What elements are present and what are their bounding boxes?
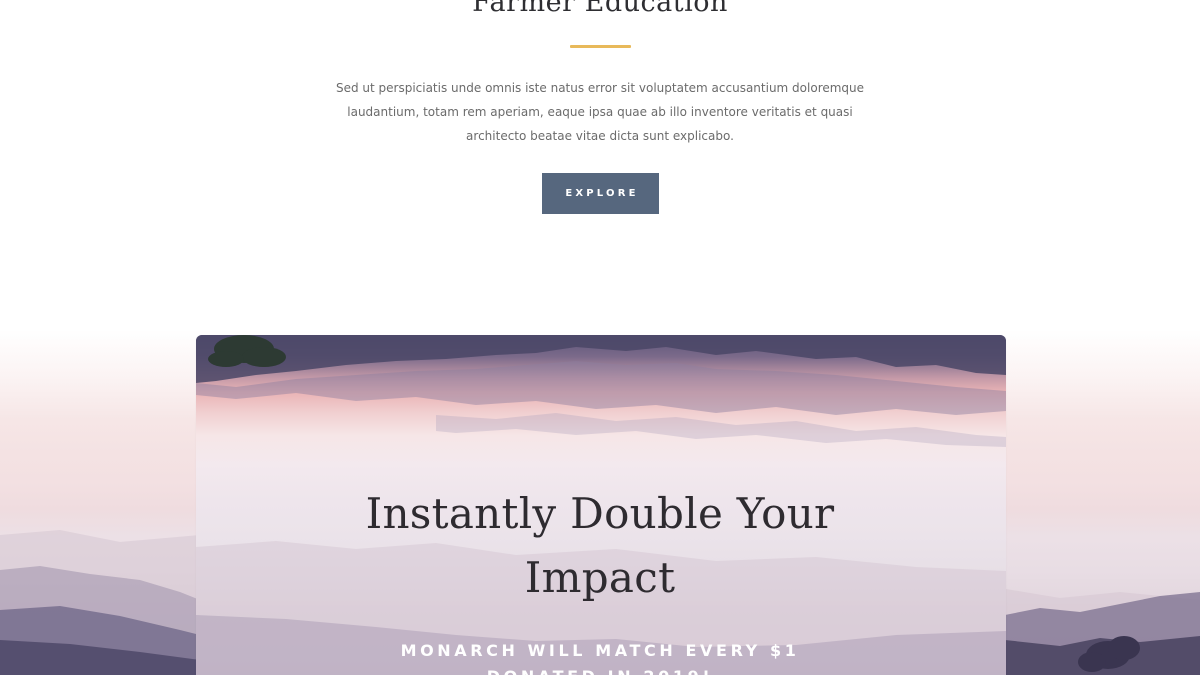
farmer-education-section: Farmer Education Sed ut perspiciatis und…	[0, 0, 1200, 330]
hero-subheading: MONARCH WILL MATCH EVERY $1 DONATED IN 2…	[0, 638, 1200, 675]
hero-subheading-text: MONARCH WILL MATCH EVERY $1 DONATED IN 2…	[400, 641, 800, 675]
section-description: Sed ut perspiciatis unde omnis iste natu…	[335, 81, 865, 143]
title-divider	[570, 45, 631, 48]
hero-heading: Instantly Double Your Impact	[0, 482, 1200, 610]
page: Farmer Education Sed ut perspiciatis und…	[0, 0, 1200, 675]
explore-button[interactable]: EXPLORE	[542, 173, 659, 214]
section-title: Farmer Education	[472, 0, 728, 18]
hero-heading-text: Instantly Double Your Impact	[365, 489, 835, 602]
